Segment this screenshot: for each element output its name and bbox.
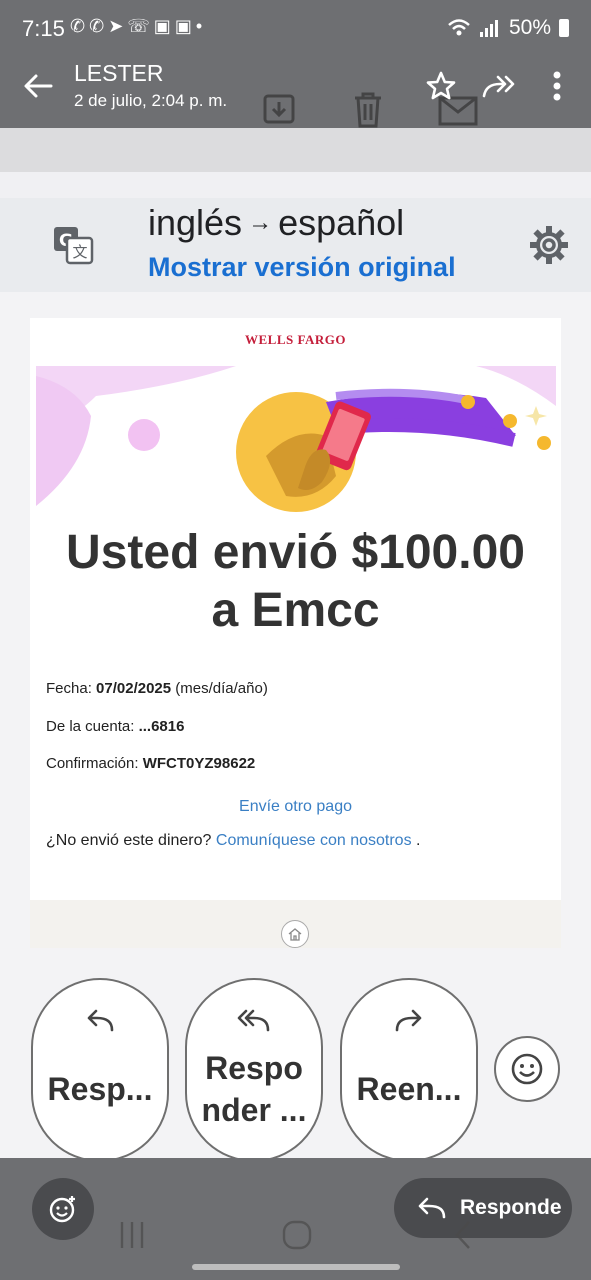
phone-icon: ☏	[127, 16, 154, 36]
show-original-link[interactable]: Mostrar versión original	[148, 252, 456, 283]
app-icon: ▣	[174, 16, 196, 36]
date-value: 07/02/2025	[96, 680, 172, 697]
gesture-bar	[192, 1264, 400, 1270]
whatsapp-icon: ✆	[89, 16, 109, 36]
smart-reply-label: Reen...	[356, 1071, 462, 1107]
smiley-icon	[511, 1053, 543, 1085]
forward-all-icon	[482, 75, 515, 98]
contact-us-link[interactable]: Comuníquese con nosotros	[216, 832, 412, 849]
wifi-icon	[448, 19, 470, 36]
forward-all-button[interactable]	[479, 66, 519, 106]
headline-line-2: a Emcc	[211, 584, 380, 637]
back-button[interactable]	[18, 66, 58, 106]
add-emoji-icon	[49, 1196, 75, 1223]
home-circle-icon	[282, 1220, 312, 1250]
translation-languages: inglés → español	[148, 202, 404, 244]
notification-icons: ✆✆➤☏▣▣•	[70, 16, 206, 37]
more-options-button[interactable]	[537, 66, 577, 106]
reply-all-icon	[237, 1009, 270, 1032]
smart-reply-label-line-1: Respo	[205, 1050, 303, 1086]
smart-reply-forward[interactable]: Reen...	[340, 978, 478, 1162]
date-format: (mes/día/año)	[175, 680, 268, 697]
forward-icon	[395, 1009, 422, 1032]
sender-name: LESTER	[74, 60, 164, 86]
battery-percent: 50%	[508, 16, 551, 39]
dot-icon: •	[195, 16, 207, 36]
account-label: De la cuenta:	[46, 718, 135, 735]
signal-icon	[479, 20, 498, 37]
date-row: Fecha: 07/02/2025 (mes/día/año)	[46, 680, 268, 697]
confirmation-row: Confirmación: WFCT0YZ98622	[46, 755, 255, 772]
message-date: 2 de julio, 2:04 p. m.	[74, 91, 228, 110]
confirmation-value: WFCT0YZ98622	[142, 755, 256, 772]
payment-illustration	[36, 366, 556, 512]
account-row: De la cuenta: ...6816	[46, 718, 184, 735]
confirmation-label: Confirmación:	[46, 755, 139, 772]
star-icon	[426, 71, 456, 100]
home-icon[interactable]	[281, 920, 309, 948]
chevron-left-icon	[455, 1221, 470, 1249]
reply-icon	[418, 1197, 446, 1219]
smart-reply-reply-all[interactable]: Respo nder ...	[185, 978, 323, 1162]
email-body: WELLS FARGO Usted envió $100.00 a Emcc F…	[30, 318, 561, 900]
star-button[interactable]	[421, 66, 461, 106]
reply-icon	[87, 1009, 114, 1032]
battery-icon	[559, 19, 569, 37]
add-reaction-button[interactable]	[32, 1178, 94, 1240]
whatsapp-icon: ✆	[70, 16, 90, 36]
smart-reply-label: Respo nder ...	[187, 1047, 321, 1131]
app-icon: ▣	[153, 16, 175, 36]
not-sent-text: ¿No envió este dinero? Comuníquese con n…	[46, 832, 420, 850]
date-label: Fecha:	[46, 680, 92, 697]
app-bar: 7:15 ✆✆➤☏▣▣• 50% LESTER 2 de julio, 2:04…	[0, 0, 591, 128]
telegram-icon: ➤	[108, 16, 128, 36]
reply-button[interactable]: Responde	[394, 1178, 572, 1238]
source-language: inglés	[148, 202, 243, 243]
gear-icon[interactable]	[528, 224, 570, 266]
status-right: 50%	[447, 16, 569, 40]
smart-reply-reply[interactable]: Resp...	[31, 978, 169, 1162]
brand-logo: WELLS FARGO	[245, 332, 346, 347]
headline-line-1: Usted envió $100.00	[66, 526, 525, 579]
toolbar-shadow	[0, 128, 591, 172]
more-vert-icon	[553, 71, 561, 101]
recents-icon	[120, 1222, 144, 1248]
emoji-reaction-button[interactable]	[494, 1036, 560, 1102]
account-value: ...6816	[138, 718, 185, 735]
arrow-left-icon	[24, 74, 53, 98]
header-actions	[421, 66, 577, 106]
spacer	[0, 172, 591, 198]
send-another-link[interactable]: Envíe otro pago	[30, 798, 561, 816]
recents-nav-button[interactable]	[112, 1218, 152, 1252]
smart-reply-label-line-2: nder ...	[201, 1092, 307, 1128]
reply-label: Responde	[460, 1196, 562, 1219]
target-language: español	[278, 202, 405, 243]
arrow-right-icon: →	[248, 209, 273, 236]
status-time: 7:15	[22, 16, 65, 41]
archive-icon	[263, 94, 295, 124]
translate-icon[interactable]: G 文	[52, 225, 94, 265]
back-nav-button[interactable]	[448, 1218, 478, 1252]
home-nav-button[interactable]	[280, 1218, 314, 1252]
not-sent-question: ¿No envió este dinero?	[46, 832, 212, 849]
smart-reply-label: Resp...	[47, 1071, 153, 1107]
status-bar: 7:15 ✆✆➤☏▣▣• 50%	[0, 0, 591, 56]
contact-suffix: .	[416, 832, 421, 849]
trash-icon	[355, 92, 381, 128]
svg-text:文: 文	[72, 243, 87, 261]
headline: Usted envió $100.00 a Emcc	[30, 524, 561, 640]
